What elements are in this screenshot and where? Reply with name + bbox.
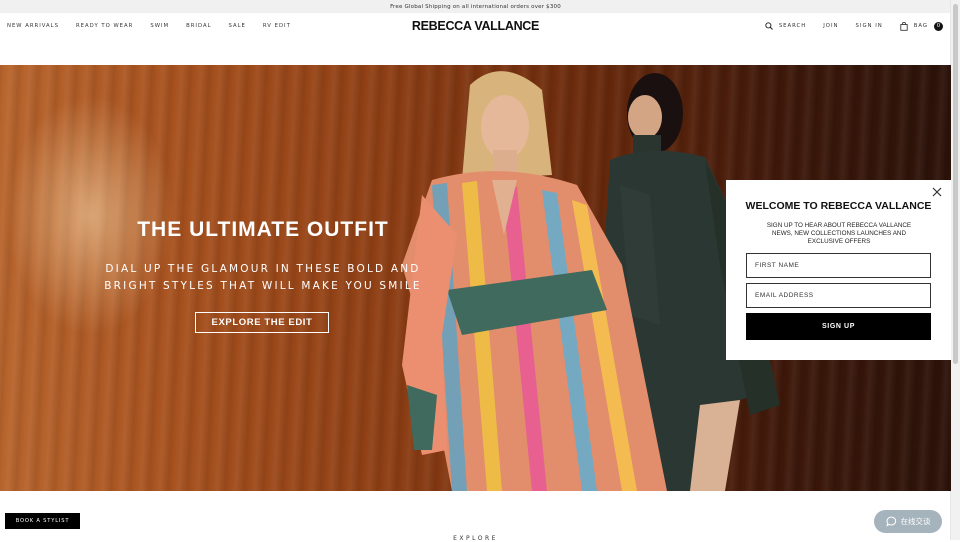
sign-in-link[interactable]: SIGN IN [856, 23, 883, 29]
close-icon[interactable] [931, 186, 943, 198]
newsletter-modal: WELCOME TO REBECCA VALLANCE SIGN UP TO H… [726, 180, 951, 360]
main-nav: NEW ARRIVALS READY TO WEAR SWIM BRIDAL S… [7, 13, 291, 39]
nav-new-arrivals[interactable]: NEW ARRIVALS [7, 23, 59, 29]
live-chat-button[interactable]: 在线交谈 [874, 510, 942, 533]
nav-swim[interactable]: SWIM [150, 23, 169, 29]
search-icon [765, 22, 773, 30]
bag-count-badge: 0 [934, 21, 943, 31]
join-link[interactable]: JOIN [823, 23, 838, 29]
book-a-stylist-button[interactable]: BOOK A STYLIST [5, 513, 80, 529]
nav-bridal[interactable]: BRIDAL [186, 23, 211, 29]
chat-icon [885, 516, 896, 527]
email-field[interactable] [746, 283, 931, 308]
first-name-field[interactable] [746, 253, 931, 278]
hero-subtitle-line-2: BRIGHT STYLES THAT WILL MAKE YOU SMILE [104, 280, 422, 292]
promo-text: Free Global Shipping on all internationa… [390, 3, 561, 10]
bag-button[interactable]: BAG 0 [900, 21, 943, 31]
nav-rv-edit[interactable]: RV EDIT [263, 23, 291, 29]
site-header: NEW ARRIVALS READY TO WEAR SWIM BRIDAL S… [0, 13, 951, 39]
scrollbar-thumb[interactable] [953, 4, 958, 364]
utility-nav: SEARCH JOIN SIGN IN BAG 0 [765, 13, 943, 39]
nav-ready-to-wear[interactable]: READY TO WEAR [76, 23, 133, 29]
bag-icon [900, 21, 908, 31]
hero-subtitle: DIAL UP THE GLAMOUR IN THESE BOLD AND BR… [63, 261, 463, 295]
hero-title: THE ULTIMATE OUTFIT [137, 218, 389, 241]
chat-label: 在线交谈 [900, 517, 931, 526]
promo-bar: Free Global Shipping on all internationa… [0, 0, 951, 13]
search-button[interactable]: SEARCH [765, 22, 806, 30]
explore-section-label: EXPLORE [453, 535, 498, 542]
site-logo[interactable]: REBECCA VALLANCE [412, 19, 539, 33]
modal-title: WELCOME TO REBECCA VALLANCE [745, 200, 932, 212]
hero-subtitle-line-1: DIAL UP THE GLAMOUR IN THESE BOLD AND [105, 263, 421, 275]
scrollbar[interactable] [950, 0, 960, 540]
explore-the-edit-button[interactable]: EXPLORE THE EDIT [195, 312, 329, 333]
search-label: SEARCH [778, 23, 807, 29]
sign-up-button[interactable]: SIGN UP [746, 313, 931, 340]
modal-description: SIGN UP TO HEAR ABOUT REBECCA VALLANCE N… [766, 222, 912, 245]
nav-sale[interactable]: SALE [229, 23, 246, 29]
bag-label: BAG [913, 23, 928, 29]
